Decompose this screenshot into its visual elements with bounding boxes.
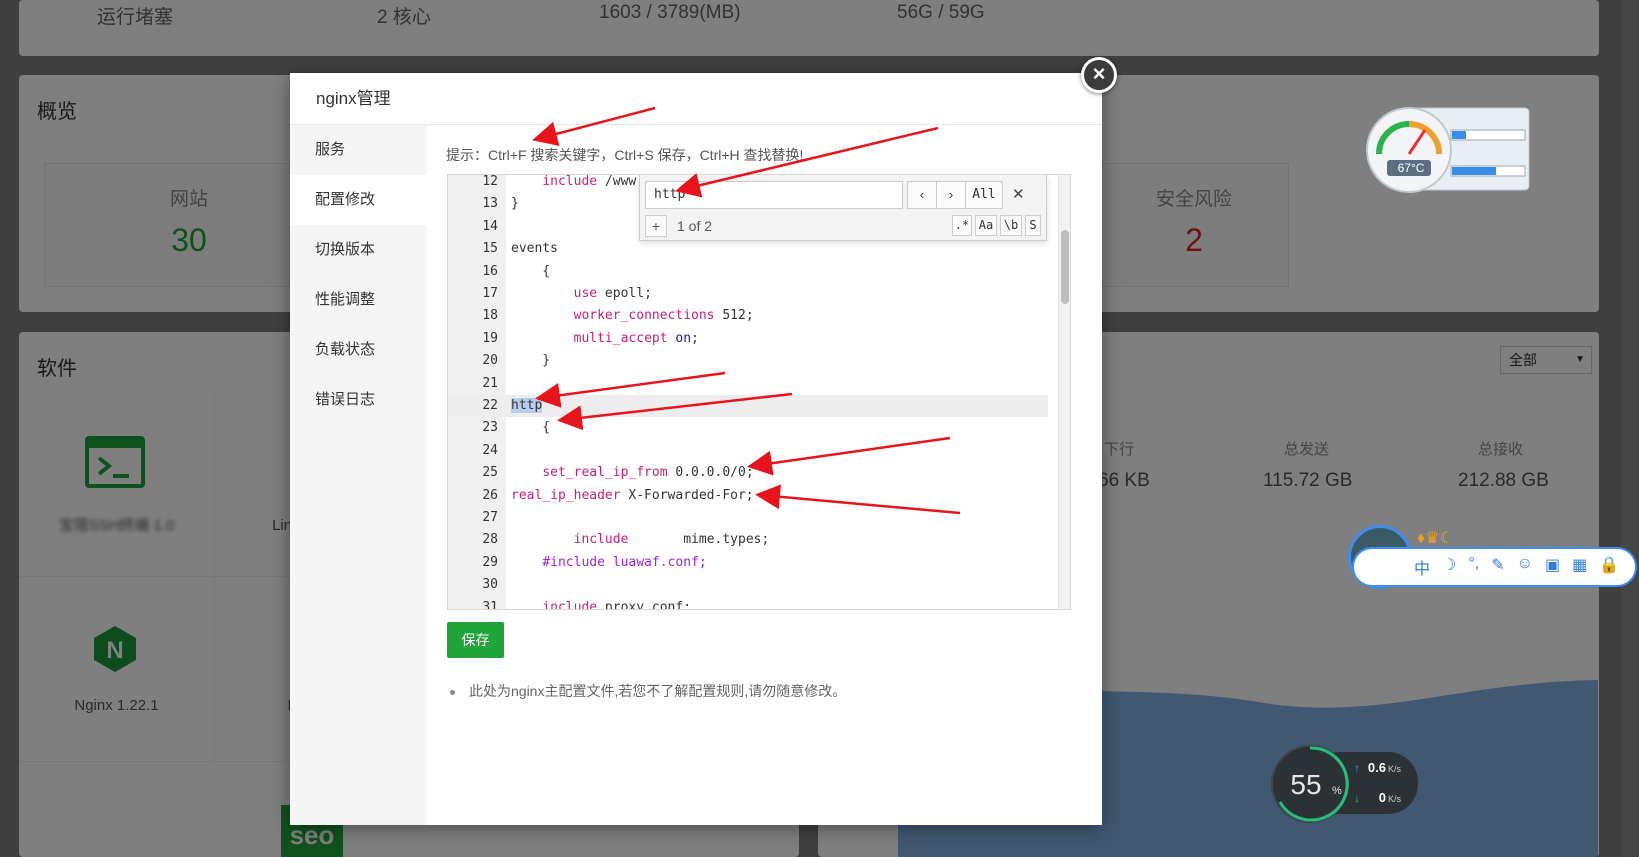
upload-unit: K/s [1388, 764, 1402, 774]
ime-button[interactable]: ✎ [1491, 555, 1504, 579]
download-speed: 0 [1379, 790, 1386, 805]
arrow-brace [557, 392, 793, 431]
ime-button[interactable]: ☽ [1442, 555, 1456, 579]
download-arrow-icon: ↓ [1354, 791, 1360, 805]
network-speed-widget[interactable]: 55 % ↑ 0.6 K/s ↓ 0 K/s [1270, 738, 1420, 830]
annotation-arrows [532, 106, 961, 515]
ime-button[interactable]: ☺ [1517, 555, 1533, 579]
ime-button[interactable]: ▣ [1545, 555, 1560, 579]
ime-button[interactable]: °, [1468, 555, 1479, 579]
nginx-manager-dialog: nginx管理 服务 配置修改 切换版本 性能调整 负载状态 错误日志 提示：C… [290, 73, 1102, 825]
arrow-set-real-ip [747, 436, 951, 476]
ime-button[interactable]: 🔒 [1599, 555, 1619, 579]
download-unit: K/s [1388, 794, 1402, 804]
net-percent-unit: % [1332, 785, 1342, 797]
ime-toolbar: 中 ☽ °, ✎ ☺ ▣ ▦ 🔒 [1352, 547, 1637, 587]
upload-arrow-icon: ↑ [1354, 761, 1360, 775]
arrow-find [675, 126, 939, 198]
arrow-hint [532, 106, 656, 147]
ime-button[interactable]: ▦ [1572, 555, 1587, 579]
temperature-value: 67°C [1398, 161, 1425, 175]
arrow-http [535, 371, 726, 408]
arrow-real-ip-header [755, 484, 961, 515]
upload-speed: 0.6 [1368, 760, 1386, 775]
ime-button[interactable]: 中 [1414, 555, 1430, 579]
temperature-widget[interactable]: 67°C [1365, 104, 1531, 194]
net-percent: 55 [1290, 769, 1321, 800]
ime-badges: ♦♛☾ [1417, 530, 1454, 547]
dialog-close-button[interactable]: × [1081, 57, 1117, 93]
